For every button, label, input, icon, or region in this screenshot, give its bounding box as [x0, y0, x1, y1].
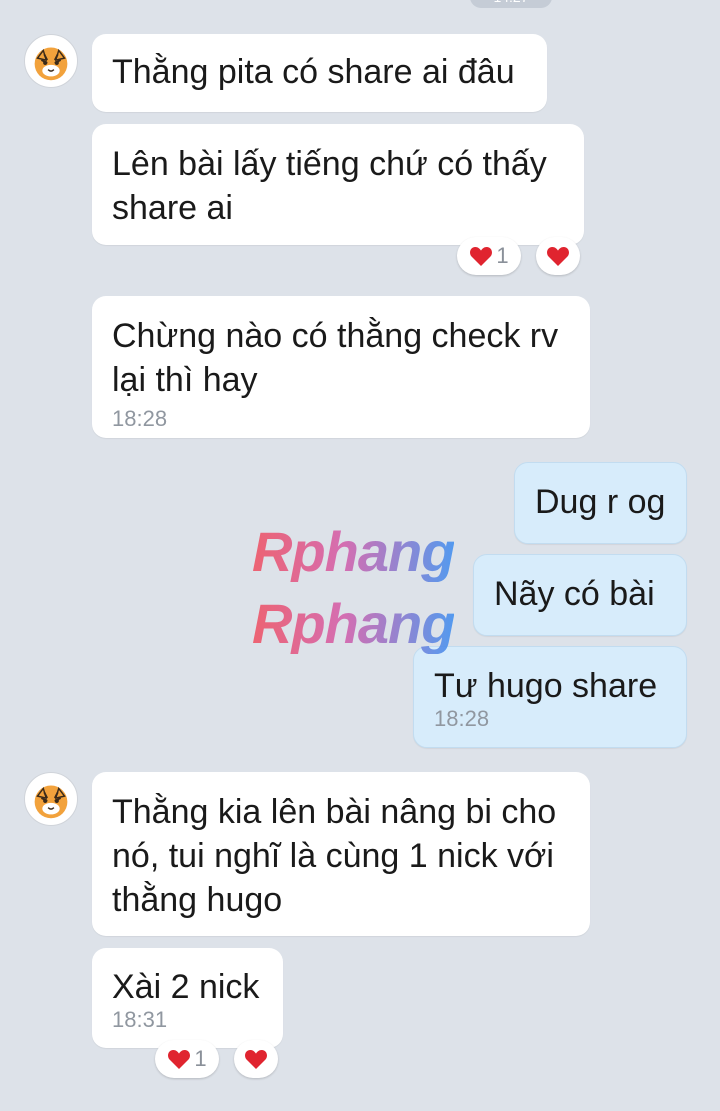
reaction-count-badge[interactable]: 1	[155, 1040, 219, 1078]
add-reaction-button[interactable]	[234, 1040, 278, 1078]
heart-icon	[470, 247, 493, 266]
reaction-count: 1	[194, 1046, 207, 1071]
watermark-logo: Rphang	[252, 592, 455, 655]
chat-view: 14:27 Thằng pita có share ai đâu Lên bài…	[0, 0, 720, 1111]
heart-icon	[245, 1050, 267, 1069]
watermark-logo: Rphang	[252, 520, 455, 583]
message-bubble-incoming[interactable]: Thằng kia lên bài nâng bi cho nó, tui ng…	[92, 772, 590, 936]
message-bubble-incoming[interactable]: Lên bài lấy tiếng chứ có thấy share ai	[92, 124, 584, 245]
message-text: Xài 2 nick	[112, 968, 260, 1006]
message-timestamp: 18:28	[434, 706, 490, 731]
message-text: Tư hugo share	[434, 667, 658, 705]
message-text: Nãy có bài	[494, 575, 655, 613]
message-text: Lên bài lấy tiếng chứ có thấy share ai	[112, 145, 547, 227]
reaction-count: 1	[496, 243, 509, 268]
tiger-avatar-icon[interactable]	[24, 34, 78, 88]
message-timestamp: 18:28	[112, 406, 168, 431]
message-bubble-outgoing[interactable]: Nãy có bài	[473, 554, 687, 636]
message-bubble-outgoing[interactable]: Tư hugo share 18:28	[413, 646, 687, 748]
message-text: Thằng kia lên bài nâng bi cho nó, tui ng…	[112, 793, 557, 919]
reaction-count-badge[interactable]: 1	[457, 237, 521, 275]
heart-icon	[547, 247, 569, 266]
message-text: Dug r og	[535, 483, 666, 521]
message-text: Thằng pita có share ai đâu	[112, 53, 515, 91]
message-bubble-incoming[interactable]: Thằng pita có share ai đâu	[92, 34, 547, 112]
message-bubble-incoming[interactable]: Xài 2 nick 18:31	[92, 948, 283, 1048]
message-bubble-outgoing[interactable]: Dug r og	[514, 462, 687, 544]
add-reaction-button[interactable]	[536, 237, 580, 275]
message-timestamp: 18:31	[112, 1007, 168, 1032]
date-separator-timestamp: 14:27	[470, 0, 552, 8]
message-text: Chừng nào có thằng check rv lại thì hay	[112, 317, 559, 399]
message-bubble-incoming[interactable]: Chừng nào có thằng check rv lại thì hay …	[92, 296, 590, 438]
tiger-avatar-icon[interactable]	[24, 772, 78, 826]
heart-icon	[168, 1050, 191, 1069]
